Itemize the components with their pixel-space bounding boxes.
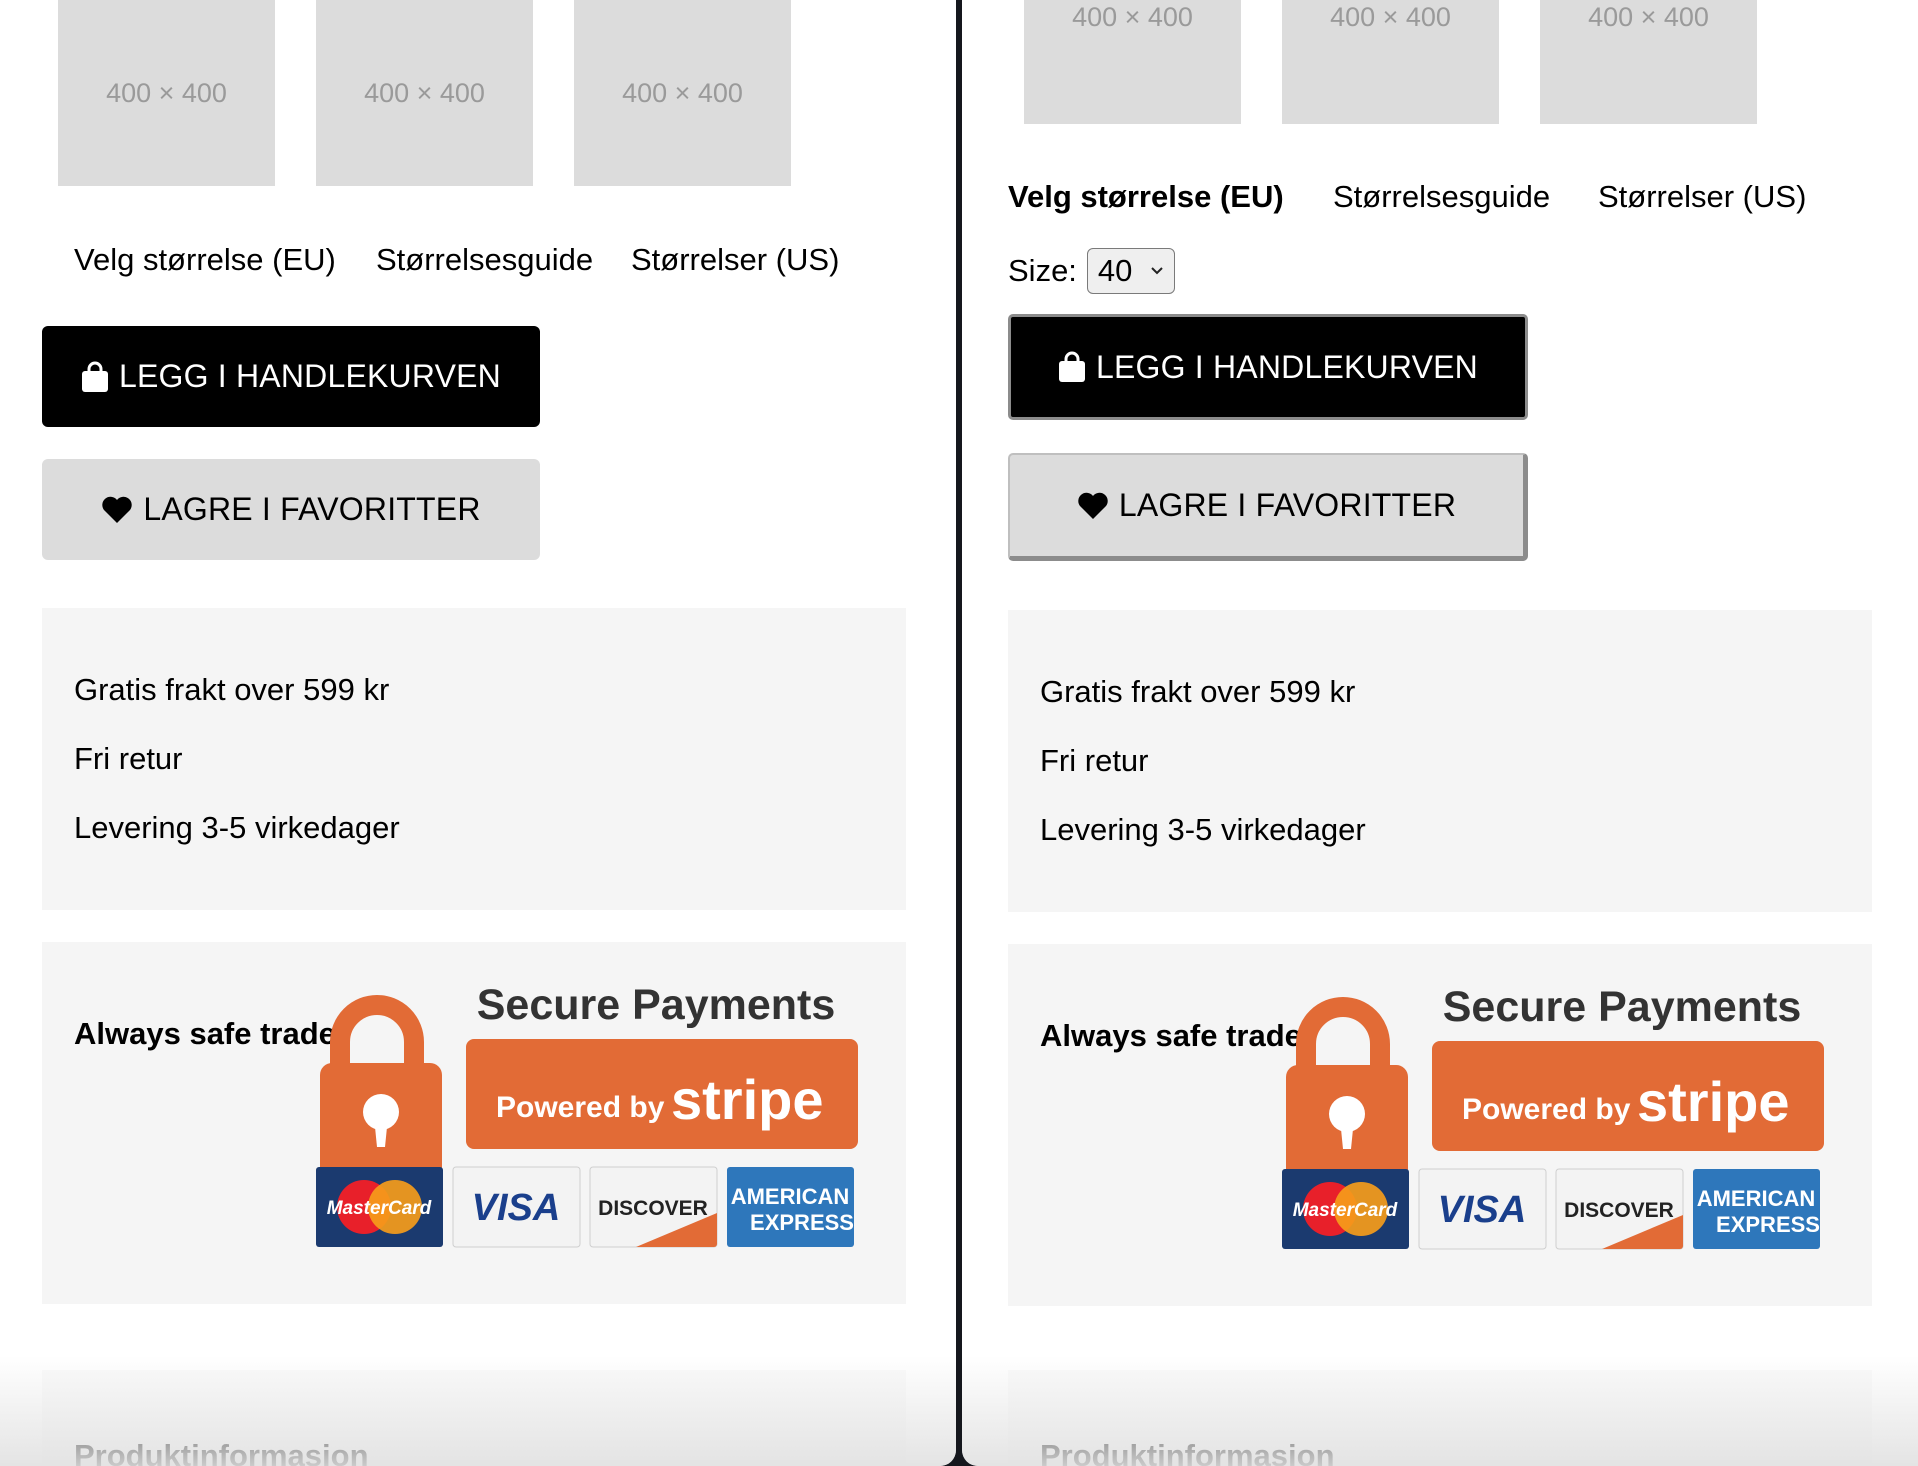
discover-logo: DISCOVER (1555, 1168, 1684, 1250)
product-info-title: Produktinformasjon (74, 1438, 369, 1466)
visa-logo: VISA (452, 1166, 581, 1248)
svg-text:VISA: VISA (472, 1187, 561, 1229)
shopping-bag-icon (82, 361, 108, 392)
add-to-cart-button[interactable]: LEGG I HANDLEKURVEN (42, 326, 540, 427)
svg-text:DISCOVER: DISCOVER (1564, 1199, 1674, 1222)
secure-payments-heading: Secure Payments (1443, 989, 1802, 1031)
heart-icon (1078, 492, 1108, 519)
powered-by-text: Powered by (496, 1091, 665, 1124)
size-select-row: Size: 40 (1008, 248, 1175, 294)
product-thumbnail[interactable]: 400 × 400 (316, 0, 533, 186)
safe-trade-box: Always safe trade Secure Payments Powere… (1008, 944, 1872, 1306)
product-thumbnail[interactable]: 400 × 400 (574, 0, 791, 186)
size-select-value: 40 (1097, 253, 1133, 288)
visa-logo: VISA (1418, 1168, 1547, 1250)
mastercard-logo: MasterCard (316, 1167, 443, 1247)
shipping-free-text: Gratis frakt over 599 kr (74, 672, 390, 707)
tab-size-us[interactable]: Størrelser (US) (1598, 179, 1806, 215)
safe-trade-box: Always safe trade Secure Payments Powere… (42, 942, 906, 1304)
tab-size-guide[interactable]: Størrelsesguide (376, 242, 593, 278)
svg-text:EXPRESS: EXPRESS (750, 1210, 854, 1235)
left-pane: 400 × 400 400 × 400 400 × 400 Velg størr… (0, 0, 956, 1466)
size-select[interactable]: 40 (1086, 248, 1175, 294)
save-favorite-button[interactable]: LAGRE I FAVORITTER (42, 459, 540, 560)
svg-text:AMERICAN: AMERICAN (1697, 1186, 1816, 1211)
shipping-info-box: Gratis frakt over 599 kr Fri retur Lever… (42, 608, 906, 910)
safe-trade-title: Always safe trade (1040, 1018, 1302, 1053)
tab-size-us[interactable]: Størrelser (US) (631, 242, 839, 278)
add-to-cart-label: LEGG I HANDLEKURVEN (119, 358, 501, 394)
product-thumbnail[interactable]: 400 × 400 (1282, 0, 1499, 124)
add-to-cart-label: LEGG I HANDLEKURVEN (1096, 348, 1478, 385)
tab-size-eu[interactable]: Velg størrelse (EU) (74, 242, 336, 278)
svg-text:VISA: VISA (1438, 1189, 1527, 1231)
svg-text:MasterCard: MasterCard (327, 1198, 432, 1219)
product-info-box: Produktinformasjon (42, 1370, 906, 1466)
discover-logo: DISCOVER (589, 1166, 718, 1248)
save-favorite-button[interactable]: LAGRE I FAVORITTER (1008, 453, 1528, 561)
amex-logo: AMERICAN EXPRESS (727, 1167, 854, 1247)
shipping-return-text: Fri retur (74, 741, 183, 776)
svg-text:DISCOVER: DISCOVER (598, 1197, 708, 1220)
shipping-return-text: Fri retur (1040, 743, 1149, 778)
svg-text:EXPRESS: EXPRESS (1716, 1212, 1820, 1237)
add-to-cart-button[interactable]: LEGG I HANDLEKURVEN (1008, 314, 1528, 420)
tab-size-eu[interactable]: Velg størrelse (EU) (1008, 179, 1284, 215)
secure-payments-badge: Secure Payments Powered by stripe Master… (316, 987, 858, 1248)
shipping-info-box: Gratis frakt over 599 kr Fri retur Lever… (1008, 610, 1872, 912)
product-info-box: Produktinformasjon (1008, 1370, 1872, 1466)
powered-by-text: Powered by (1462, 1093, 1631, 1126)
secure-payments-heading: Secure Payments (477, 987, 836, 1029)
stripe-logo-text: stripe (671, 1068, 824, 1131)
tab-size-guide[interactable]: Størrelsesguide (1333, 179, 1550, 215)
product-thumbnail[interactable]: 400 × 400 (1540, 0, 1757, 124)
secure-payments-badge: Secure Payments Powered by stripe Master… (1282, 989, 1824, 1250)
chevron-down-icon (1151, 267, 1163, 275)
shipping-free-text: Gratis frakt over 599 kr (1040, 674, 1356, 709)
product-thumbnail[interactable]: 400 × 400 (1024, 0, 1241, 124)
save-favorite-label: LAGRE I FAVORITTER (143, 491, 481, 527)
shipping-delivery-text: Levering 3-5 virkedager (1040, 812, 1366, 847)
safe-trade-title: Always safe trade (74, 1016, 336, 1051)
stripe-logo-text: stripe (1637, 1070, 1790, 1133)
svg-text:MasterCard: MasterCard (1293, 1200, 1398, 1221)
size-label: Size: (1008, 253, 1077, 288)
svg-text:AMERICAN: AMERICAN (731, 1184, 850, 1209)
product-info-title: Produktinformasjon (1040, 1438, 1335, 1466)
right-pane: 400 × 400 400 × 400 400 × 400 Velg størr… (962, 0, 1918, 1466)
shipping-delivery-text: Levering 3-5 virkedager (74, 810, 400, 845)
shopping-bag-icon (1059, 351, 1085, 382)
heart-icon (102, 496, 133, 523)
save-favorite-label: LAGRE I FAVORITTER (1118, 487, 1457, 523)
amex-logo: AMERICAN EXPRESS (1693, 1169, 1820, 1249)
product-thumbnail[interactable]: 400 × 400 (58, 0, 275, 186)
mastercard-logo: MasterCard (1282, 1169, 1409, 1249)
